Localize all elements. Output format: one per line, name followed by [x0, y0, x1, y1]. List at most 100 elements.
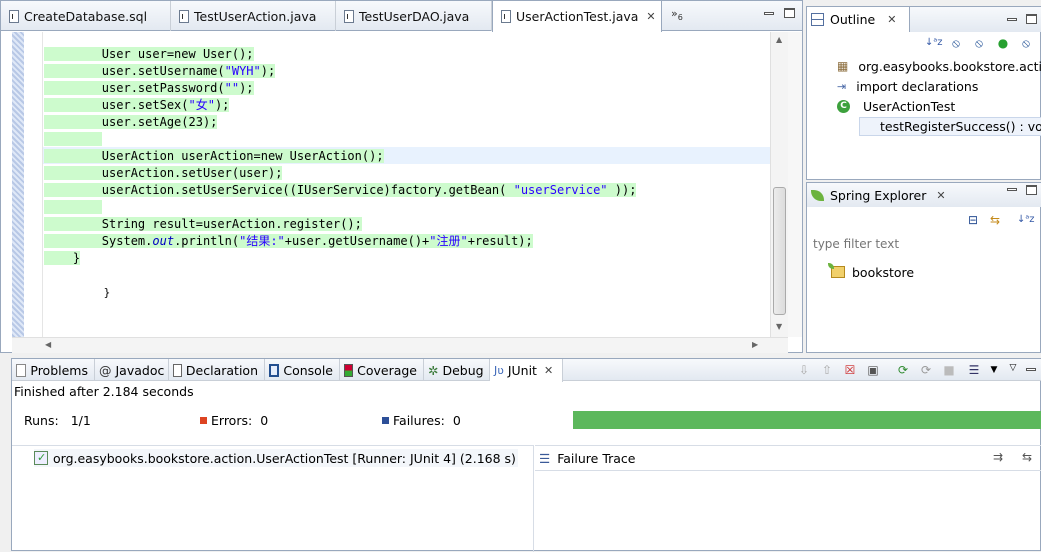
errors-value: 0	[260, 413, 269, 428]
code-text: user.setSex(	[101, 98, 189, 112]
tab-spring-explorer[interactable]: Spring Explorer ✕	[807, 183, 947, 207]
scroll-right-icon[interactable]: ▶	[752, 340, 758, 349]
view-menu-icon[interactable]: ▽	[1006, 361, 1020, 375]
maximize-icon[interactable]	[1026, 14, 1037, 24]
tab-problems[interactable]: Problems	[12, 359, 95, 381]
maximize-icon[interactable]	[1026, 185, 1037, 195]
minimize-icon[interactable]	[764, 12, 774, 15]
minimize-icon[interactable]	[1026, 368, 1036, 371]
tab-outline[interactable]: Outline ✕	[807, 7, 910, 32]
rerun-failed-icon[interactable]: ⟳	[919, 363, 933, 377]
link-with-editor-icon[interactable]: ⇆	[988, 213, 1002, 227]
tab-overflow-button[interactable]: »6	[671, 7, 683, 22]
code-text: }	[103, 286, 111, 299]
string-literal: "注册"	[429, 234, 468, 248]
code-area[interactable]: User user=new User(); user.setUsername("…	[1, 32, 770, 337]
test-tree-item[interactable]: ✓ org.easybooks.bookstore.action.UserAct…	[34, 449, 518, 467]
string-literal: "女"	[188, 98, 215, 112]
overflow-count: 6	[677, 13, 683, 23]
code-text: System.	[101, 234, 153, 248]
code-line: user.setUsername("WYH");	[44, 63, 276, 80]
spring-leaf-icon	[811, 189, 824, 201]
filter-stack-icon[interactable]: ⇉	[991, 450, 1005, 464]
tab-debug[interactable]: ✲ Debug	[424, 359, 490, 381]
scroll-down-icon[interactable]: ▼	[776, 322, 782, 331]
problems-icon	[16, 363, 27, 377]
maximize-icon[interactable]	[784, 8, 795, 18]
hide-nonpublic-icon[interactable]: ●	[996, 36, 1010, 50]
outline-item-package[interactable]: ▦ org.easybooks.bookstore.actio	[837, 57, 1041, 75]
string-literal: ""	[224, 81, 240, 95]
tab-console[interactable]: Console	[265, 359, 340, 381]
close-icon[interactable]: ✕	[936, 189, 945, 202]
previous-failure-icon[interactable]: ⇧	[820, 363, 834, 377]
tab-testuserdao[interactable]: TestUserDAO.java	[336, 1, 492, 31]
tab-coverage[interactable]: Coverage	[340, 359, 424, 381]
outline-item-imports[interactable]: ⇥ import declarations	[837, 77, 978, 95]
code-text: }	[72, 251, 81, 265]
code-text: UserAction userAction=new UserAction();	[101, 149, 384, 163]
close-icon[interactable]: ✕	[544, 364, 553, 377]
tab-useractiontest[interactable]: UserActionTest.java ✕	[492, 1, 662, 32]
editor-hscrollbar[interactable]: ◀ ▶	[12, 337, 788, 353]
scroll-up-icon[interactable]: ▲	[776, 35, 782, 44]
tab-declaration[interactable]: Declaration	[169, 359, 265, 381]
outline-item-method[interactable]: testRegisterSuccess() : void	[859, 117, 1041, 136]
coverage-icon	[344, 363, 354, 377]
minimize-icon[interactable]	[1007, 188, 1017, 191]
stop-icon[interactable]: ■	[942, 363, 956, 377]
outline-item-label: org.easybooks.bookstore.actio	[858, 58, 1041, 74]
hide-local-types-icon[interactable]: ⦸	[1019, 36, 1033, 50]
code-text: +result);	[467, 234, 533, 248]
close-icon[interactable]: ✕	[887, 13, 896, 26]
failures-counter: Failures: 0	[382, 413, 461, 428]
tab-createdatabase[interactable]: CreateDatabase.sql	[1, 1, 171, 31]
code-line	[44, 199, 102, 216]
code-text: user.setPassword(	[101, 81, 225, 95]
close-icon[interactable]: ✕	[646, 10, 655, 23]
error-icon	[200, 417, 207, 424]
filter-input[interactable]	[809, 233, 1028, 255]
collapse-all-icon[interactable]: ⊟	[966, 213, 980, 227]
show-failures-only-icon[interactable]: ☒	[843, 363, 857, 377]
editor-tab-strip: CreateDatabase.sql TestUserAction.java T…	[1, 1, 802, 32]
next-failure-icon[interactable]: ⇩	[797, 363, 811, 377]
scroll-left-icon[interactable]: ◀	[45, 340, 51, 349]
spring-explorer-panel: Spring Explorer ✕ ⊟ ⇆ ↓ᵃz bookstore	[806, 182, 1041, 353]
code-line: String result=userAction.register();	[44, 216, 362, 233]
string-literal: "WYH"	[224, 64, 261, 78]
errors-counter: Errors: 0	[200, 413, 268, 428]
minimize-icon[interactable]	[1007, 18, 1017, 21]
sort-az-icon[interactable]: ↓ᵃz	[1017, 213, 1035, 227]
tab-label: Console	[283, 362, 333, 378]
test-tree[interactable]: ✓ org.easybooks.bookstore.action.UserAct…	[12, 445, 534, 552]
sort-az-icon[interactable]: ↓ᵃz	[925, 36, 943, 50]
hide-fields-icon[interactable]: ⦸	[949, 36, 963, 50]
tab-testuseraction[interactable]: TestUserAction.java	[171, 1, 336, 31]
tab-label: CreateDatabase.sql	[24, 8, 148, 24]
scroll-lock-icon[interactable]: ▣	[866, 363, 880, 377]
tab-javadoc[interactable]: @ Javadoc	[95, 359, 169, 381]
history-dropdown-icon[interactable]: ▼	[987, 363, 1001, 377]
outline-item-label: UserActionTest	[863, 98, 956, 114]
outline-item-class[interactable]: C UserActionTest	[837, 97, 955, 115]
code-line: userAction.setUserService((IUserService)…	[44, 182, 637, 199]
code-text: );	[260, 64, 276, 78]
hide-static-icon[interactable]: ⦸	[972, 36, 986, 50]
code-text: String result=userAction.register();	[101, 217, 362, 231]
scroll-thumb[interactable]	[773, 187, 786, 315]
tab-label: JUnit	[507, 363, 537, 378]
string-literal: "userService"	[513, 183, 608, 197]
failure-trace-divider	[535, 470, 1041, 471]
spring-project-bookstore[interactable]: bookstore	[828, 263, 914, 281]
editor-vscrollbar[interactable]: ▲ ▼	[770, 32, 788, 337]
rerun-icon[interactable]: ⟳	[896, 363, 910, 377]
history-icon[interactable]: ☰	[967, 363, 981, 377]
junit-status: Finished after 2.184 seconds	[14, 384, 194, 399]
tab-junit[interactable]: Jʋ JUnit ✕	[490, 359, 563, 382]
runs-label: Runs:	[24, 413, 59, 428]
code-line: user.setPassword("");	[44, 80, 254, 97]
bottom-panel: Problems @ Javadoc Declaration Console C…	[11, 358, 1041, 552]
compare-results-icon[interactable]: ⇆	[1020, 450, 1034, 464]
failure-trace-title: Failure Trace	[557, 450, 636, 466]
